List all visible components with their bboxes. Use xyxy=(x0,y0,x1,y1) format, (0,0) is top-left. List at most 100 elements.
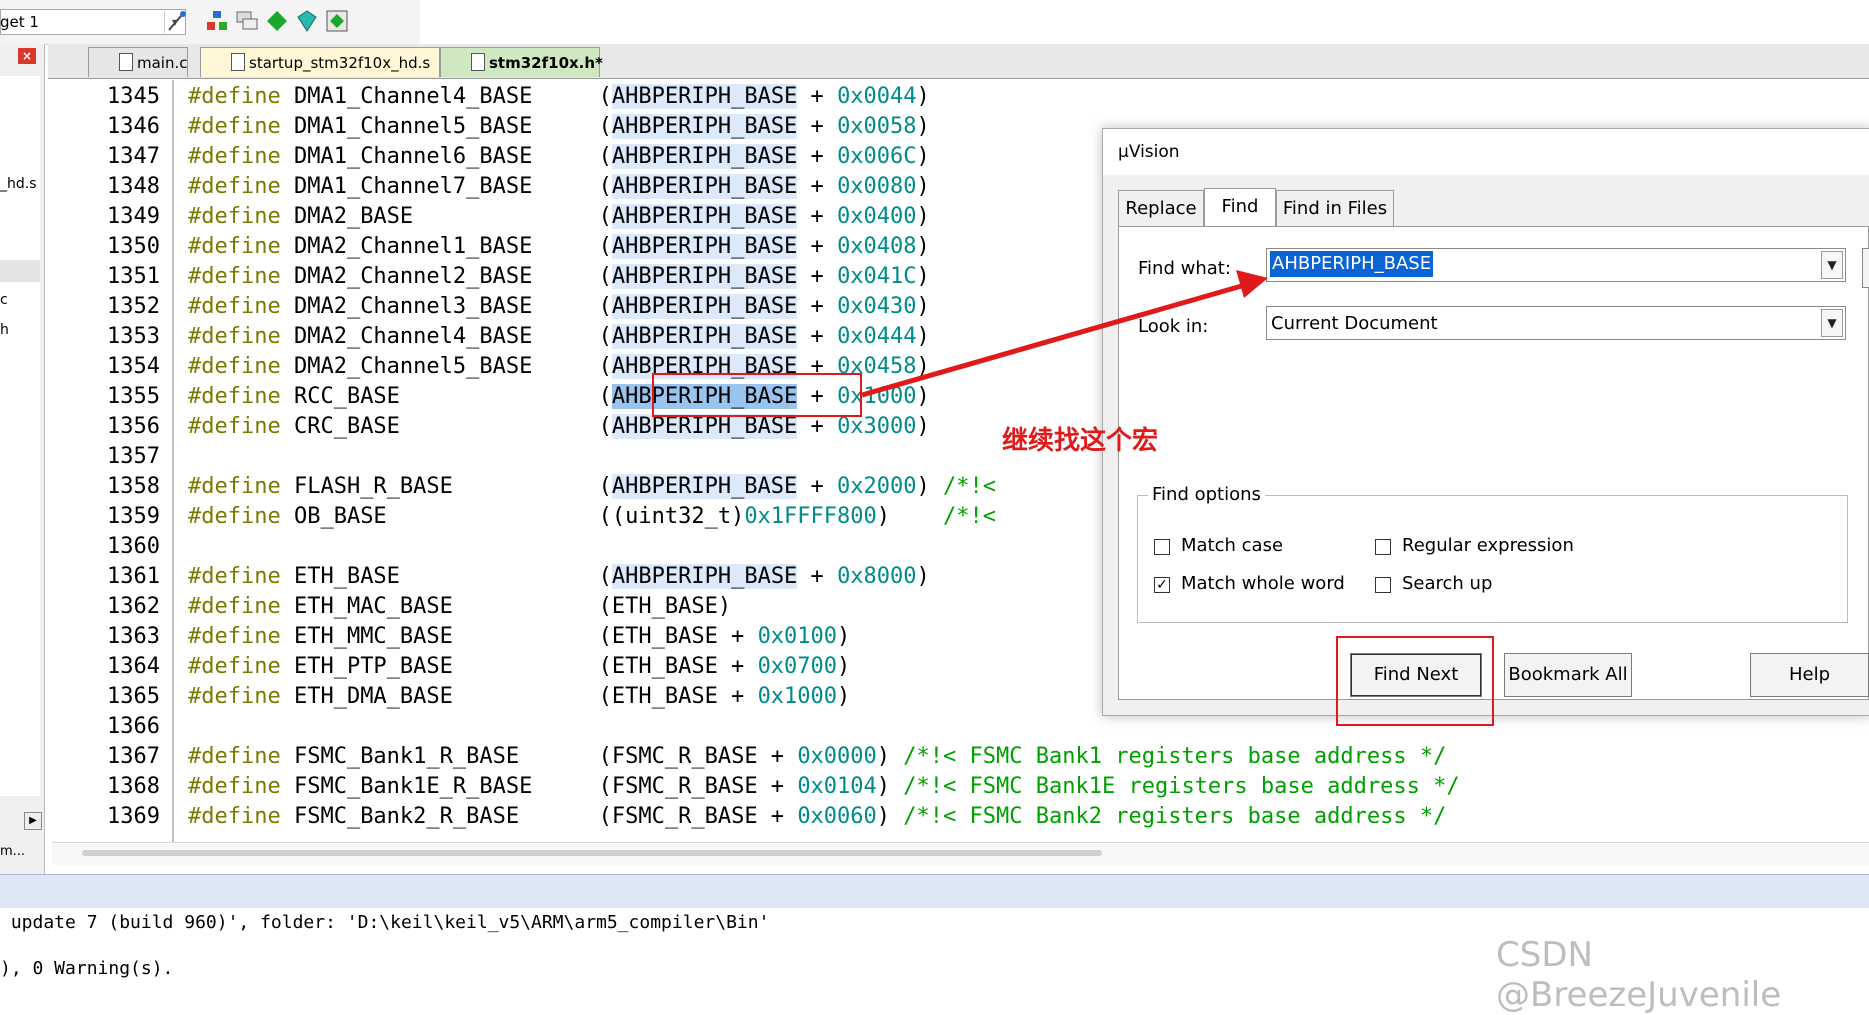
operator: + xyxy=(797,84,838,109)
tab-main-c[interactable]: main.c xyxy=(88,47,188,77)
paren: ) xyxy=(916,324,930,349)
pack-installer-icon[interactable] xyxy=(324,8,350,34)
operator: + xyxy=(797,564,838,589)
chevron-down-icon[interactable]: ▼ xyxy=(1821,309,1843,337)
tab-stm32f10x-h[interactable]: stm32f10x.h* xyxy=(440,47,603,77)
hex-literal: 0x0400 xyxy=(837,204,917,229)
dialog-title-bar[interactable] xyxy=(1103,129,1869,175)
paren: ) xyxy=(916,564,930,589)
macro-name: FSMC_Bank1E_R_BASE xyxy=(280,774,533,799)
code-line[interactable]: #define FSMC_Bank2_R_BASE (FSMC_R_BASE +… xyxy=(188,802,1446,832)
macro-name: DMA2_Channel3_BASE xyxy=(280,294,533,319)
code-line[interactable]: #define DMA1_Channel4_BASE (AHBPERIPH_BA… xyxy=(188,82,930,112)
code-line[interactable]: #define FSMC_Bank1_R_BASE (FSMC_R_BASE +… xyxy=(188,742,1446,772)
code-line[interactable]: #define OB_BASE ((uint32_t)0x1FFFF800) /… xyxy=(188,502,996,532)
close-icon[interactable]: × xyxy=(18,48,36,64)
code-line[interactable]: #define FLASH_R_BASE (AHBPERIPH_BASE + 0… xyxy=(188,472,996,502)
paren: ( xyxy=(598,294,612,319)
find-options-legend: Find options xyxy=(1148,484,1265,505)
tab-label: main.c xyxy=(137,54,188,72)
code-line[interactable]: #define DMA1_Channel7_BASE (AHBPERIPH_BA… xyxy=(188,172,930,202)
expression: (ETH_BASE + xyxy=(598,684,758,709)
stacked-windows-icon[interactable] xyxy=(234,8,260,34)
code-line[interactable]: #define ETH_MAC_BASE (ETH_BASE) xyxy=(188,592,731,622)
hex-literal: 0x0408 xyxy=(837,234,917,259)
paren: ( xyxy=(598,264,612,289)
project-tab-label[interactable]: m... xyxy=(0,844,25,859)
wand-icon[interactable] xyxy=(164,8,190,34)
gem-icon[interactable] xyxy=(294,8,320,34)
line-number: 1361 xyxy=(107,564,160,589)
line-number: 1354 xyxy=(107,354,160,379)
match-whole-word-checkbox[interactable]: ✓ xyxy=(1154,577,1170,593)
file-icon xyxy=(471,53,485,71)
code-line[interactable]: #define FSMC_Bank1E_R_BASE (FSMC_R_BASE … xyxy=(188,772,1460,802)
macro-name: OB_BASE xyxy=(280,504,387,529)
project-file-item[interactable]: _hd.s xyxy=(0,176,37,192)
green-diamond-icon[interactable] xyxy=(264,8,290,34)
watermark: CSDN @BreezeJuvenile xyxy=(1496,935,1782,1015)
project-tree-selected-row[interactable] xyxy=(0,260,40,282)
code-line[interactable]: #define DMA1_Channel5_BASE (AHBPERIPH_BA… xyxy=(188,112,930,142)
match-whole-word-label[interactable]: Match whole word xyxy=(1181,573,1345,594)
comment: /*!< FSMC Bank1E registers base address … xyxy=(890,774,1460,799)
tab-find-in-files[interactable]: Find in Files xyxy=(1276,190,1394,226)
code-line[interactable]: #define DMA2_Channel1_BASE (AHBPERIPH_BA… xyxy=(188,232,930,262)
regular-expression-checkbox[interactable] xyxy=(1375,539,1391,555)
search-up-checkbox[interactable] xyxy=(1375,577,1391,593)
chevron-down-icon[interactable]: ▼ xyxy=(1821,251,1843,279)
match-case-label[interactable]: Match case xyxy=(1181,535,1283,556)
tab-find[interactable]: Find xyxy=(1204,188,1276,226)
define-keyword: #define xyxy=(188,474,281,499)
search-match: AHBPERIPH_BASE xyxy=(611,114,798,139)
file-icon xyxy=(231,53,245,71)
panel-splitter[interactable] xyxy=(0,874,1869,910)
search-up-label[interactable]: Search up xyxy=(1402,573,1492,594)
scroll-right-icon[interactable]: ▶ xyxy=(24,812,42,830)
define-keyword: #define xyxy=(188,264,281,289)
tab-startup-file[interactable]: startup_stm32f10x_hd.s xyxy=(200,47,440,77)
line-number: 1363 xyxy=(107,624,160,649)
paren: ) xyxy=(916,354,930,379)
dialog-side-button[interactable] xyxy=(1862,248,1869,288)
macro-name: DMA1_Channel6_BASE xyxy=(280,144,533,169)
hex-literal: 0x0058 xyxy=(837,114,917,139)
tab-replace[interactable]: Replace xyxy=(1118,190,1204,226)
macro-name: RCC_BASE xyxy=(280,384,400,409)
paren: ) xyxy=(916,114,930,139)
code-line[interactable]: #define DMA2_Channel4_BASE (AHBPERIPH_BA… xyxy=(188,322,930,352)
project-file-item[interactable]: c xyxy=(0,292,8,308)
code-line[interactable]: #define ETH_DMA_BASE (ETH_BASE + 0x1000) xyxy=(188,682,850,712)
code-line[interactable]: #define DMA1_Channel6_BASE (AHBPERIPH_BA… xyxy=(188,142,930,172)
project-file-item[interactable]: h xyxy=(0,322,9,338)
expression: ((uint32_t) xyxy=(598,504,745,529)
code-line[interactable]: #define DMA2_Channel2_BASE (AHBPERIPH_BA… xyxy=(188,262,930,292)
highlight-box-code xyxy=(652,373,862,417)
help-button[interactable]: Help xyxy=(1750,653,1869,697)
code-line[interactable]: #define ETH_MMC_BASE (ETH_BASE + 0x0100) xyxy=(188,622,850,652)
scrollbar-thumb[interactable] xyxy=(82,850,1102,856)
code-line[interactable]: #define ETH_PTP_BASE (ETH_BASE + 0x0700) xyxy=(188,652,850,682)
hex-literal: 0x0700 xyxy=(757,654,838,679)
code-line[interactable]: #define DMA2_BASE (AHBPERIPH_BASE + 0x04… xyxy=(188,202,930,232)
regular-expression-label[interactable]: Regular expression xyxy=(1402,535,1574,556)
paren: ) xyxy=(916,294,930,319)
line-number: 1346 xyxy=(107,114,160,139)
manage-components-icon[interactable] xyxy=(204,8,230,34)
code-line[interactable]: #define DMA2_Channel3_BASE (AHBPERIPH_BA… xyxy=(188,292,930,322)
highlight-box-find-next xyxy=(1336,636,1494,726)
line-number: 1364 xyxy=(107,654,160,679)
match-case-checkbox[interactable] xyxy=(1154,539,1170,555)
define-keyword: #define xyxy=(188,234,281,259)
bookmark-all-button[interactable]: Bookmark All xyxy=(1504,653,1632,697)
code-line[interactable]: #define ETH_BASE (AHBPERIPH_BASE + 0x800… xyxy=(188,562,930,592)
define-keyword: #define xyxy=(188,414,281,439)
